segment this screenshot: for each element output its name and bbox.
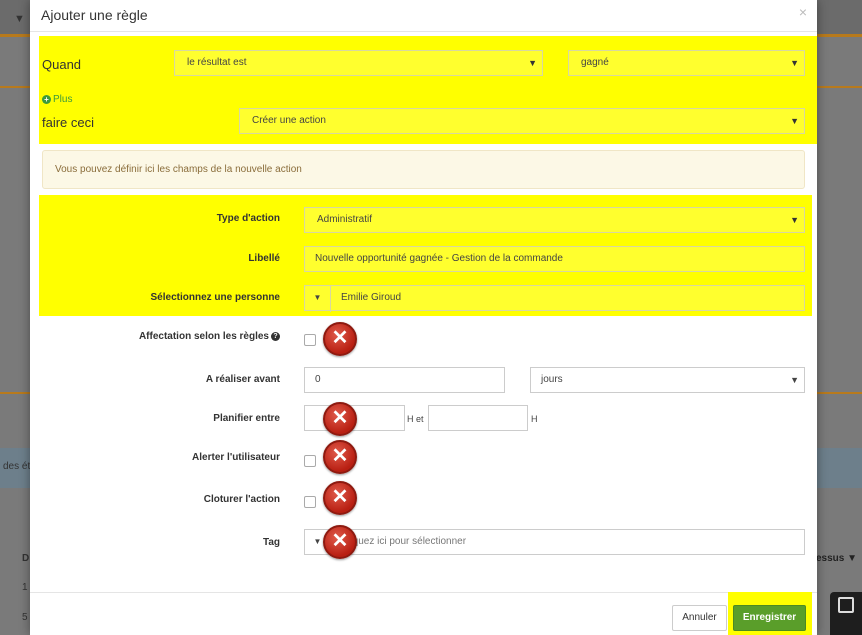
condition-select-value: le résultat est — [187, 57, 247, 68]
realise-label: A réaliser avant — [205, 374, 280, 385]
libelle-input[interactable]: Nouvelle opportunité gagnée - Gestion de… — [304, 246, 805, 272]
action-select[interactable]: Créer une action ▼ — [239, 108, 805, 134]
error-x-icon: ✕ — [323, 322, 357, 356]
person-select[interactable]: ▼ Emilie Giroud — [304, 285, 805, 312]
add-rule-dialog: Ajouter une règle × Quand le résultat es… — [30, 0, 817, 635]
action-type-select[interactable]: Administratif ▼ — [304, 207, 805, 233]
action-type-label: Type d'action — [216, 213, 280, 224]
error-x-icon: ✕ — [323, 525, 357, 559]
close-action-label: Cloturer l'action — [203, 494, 280, 505]
calendar-icon — [838, 597, 854, 613]
dropdown-arrow-icon: ▼ — [790, 58, 799, 68]
info-alert: Vous pouvez définir ici les champs de la… — [42, 150, 805, 189]
realise-unit-select[interactable]: jours ▼ — [530, 367, 805, 393]
libelle-label: Libellé — [248, 253, 280, 264]
when-label: Quand — [42, 57, 82, 72]
cancel-button[interactable]: Annuler — [672, 605, 727, 631]
plus-link[interactable]: + Plus — [42, 94, 72, 105]
value-select[interactable]: gagné ▼ — [568, 50, 805, 76]
realise-unit-value: jours — [541, 374, 563, 385]
error-x-icon: ✕ — [323, 402, 357, 436]
plus-label: Plus — [53, 94, 73, 105]
affect-label-text: Affectation selon les règles — [138, 331, 269, 342]
condition-select[interactable]: le résultat est ▼ — [174, 50, 543, 76]
value-select-value: gagné — [581, 57, 609, 68]
chevron-down-icon[interactable]: ▼ — [305, 286, 331, 312]
affect-checkbox[interactable] — [304, 334, 316, 346]
do-label: faire ceci — [42, 115, 95, 130]
close-icon[interactable]: × — [799, 4, 807, 20]
background-row: 1 — [22, 582, 28, 593]
help-icon[interactable]: ? — [271, 332, 280, 341]
filter-icon: ▼ — [14, 13, 25, 25]
tag-placeholder: Cliquez ici pour sélectionner — [341, 536, 467, 547]
dropdown-arrow-icon: ▼ — [790, 215, 799, 225]
affect-label: Affectation selon les règles? — [60, 331, 280, 342]
dialog-title: Ajouter une règle — [41, 7, 148, 23]
libelle-value: Nouvelle opportunité gagnée - Gestion de… — [315, 253, 563, 264]
dialog-header: Ajouter une règle × — [30, 0, 817, 32]
plan-h: H — [531, 414, 538, 424]
plus-circle-icon: + — [42, 95, 51, 104]
background-column-header: D — [22, 553, 30, 564]
dropdown-arrow-icon: ▼ — [528, 58, 537, 68]
calendar-button[interactable] — [830, 592, 862, 635]
person-value: Emilie Giroud — [341, 292, 402, 303]
person-label: Sélectionnez une personne — [150, 292, 280, 303]
plan-end-input[interactable] — [428, 405, 528, 431]
action-select-value: Créer une action — [252, 115, 326, 126]
footer-divider — [30, 592, 817, 593]
alert-checkbox[interactable] — [304, 455, 316, 467]
background-text: des ét — [3, 461, 31, 472]
info-text: Vous pouvez définir ici les champs de la… — [55, 164, 302, 175]
plan-label: Planifier entre — [213, 413, 280, 424]
background-sort-header: essus ▼ — [816, 553, 858, 564]
tag-label: Tag — [262, 537, 280, 548]
dropdown-arrow-icon: ▼ — [790, 116, 799, 126]
background-row: 5 — [22, 612, 28, 623]
error-x-icon: ✕ — [323, 481, 357, 515]
action-type-value: Administratif — [317, 214, 373, 225]
alert-label: Alerter l'utilisateur — [192, 452, 280, 463]
dropdown-arrow-icon: ▼ — [790, 375, 799, 385]
plan-h-et: H et — [407, 414, 424, 424]
save-button[interactable]: Enregistrer — [733, 605, 806, 631]
tag-input[interactable]: ▼ Cliquez ici pour sélectionner — [304, 529, 805, 556]
close-action-checkbox[interactable] — [304, 496, 316, 508]
realise-value: 0 — [315, 374, 321, 385]
error-x-icon: ✕ — [323, 440, 357, 474]
realise-input[interactable]: 0 — [304, 367, 505, 393]
